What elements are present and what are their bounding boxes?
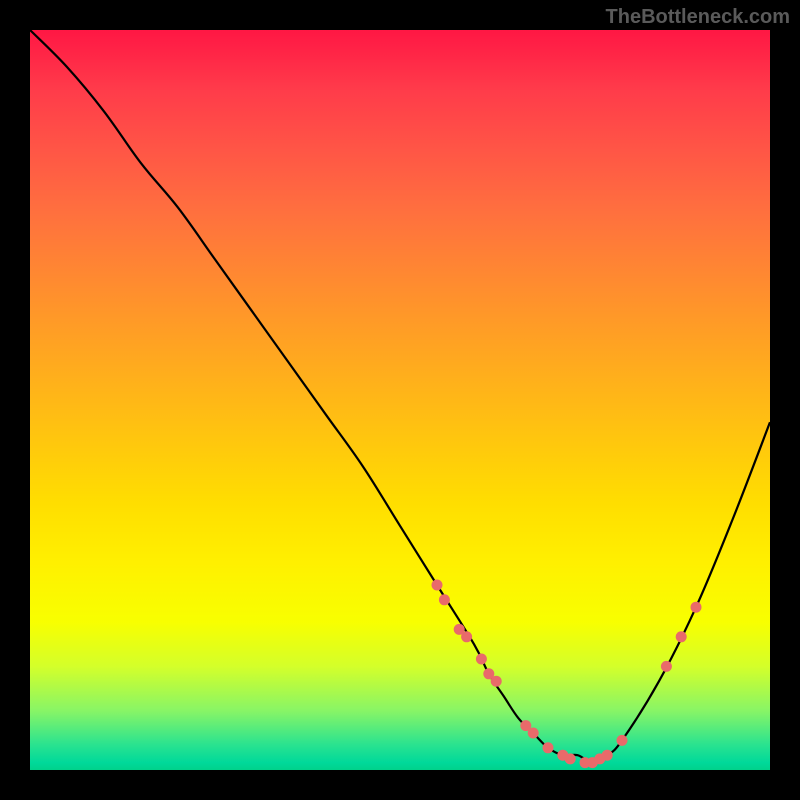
- data-marker: [543, 742, 554, 753]
- chart-plot-area: [30, 30, 770, 770]
- data-marker: [439, 594, 450, 605]
- data-marker: [528, 728, 539, 739]
- data-marker: [565, 753, 576, 764]
- bottleneck-curve: [30, 30, 770, 763]
- data-marker: [661, 661, 672, 672]
- data-marker: [676, 631, 687, 642]
- chart-svg: [30, 30, 770, 770]
- data-marker: [691, 602, 702, 613]
- data-marker: [602, 750, 613, 761]
- watermark-label: TheBottleneck.com: [606, 6, 790, 29]
- data-marker: [432, 580, 443, 591]
- data-markers: [432, 580, 702, 769]
- data-marker: [617, 735, 628, 746]
- data-marker: [491, 676, 502, 687]
- data-marker: [476, 654, 487, 665]
- data-marker: [461, 631, 472, 642]
